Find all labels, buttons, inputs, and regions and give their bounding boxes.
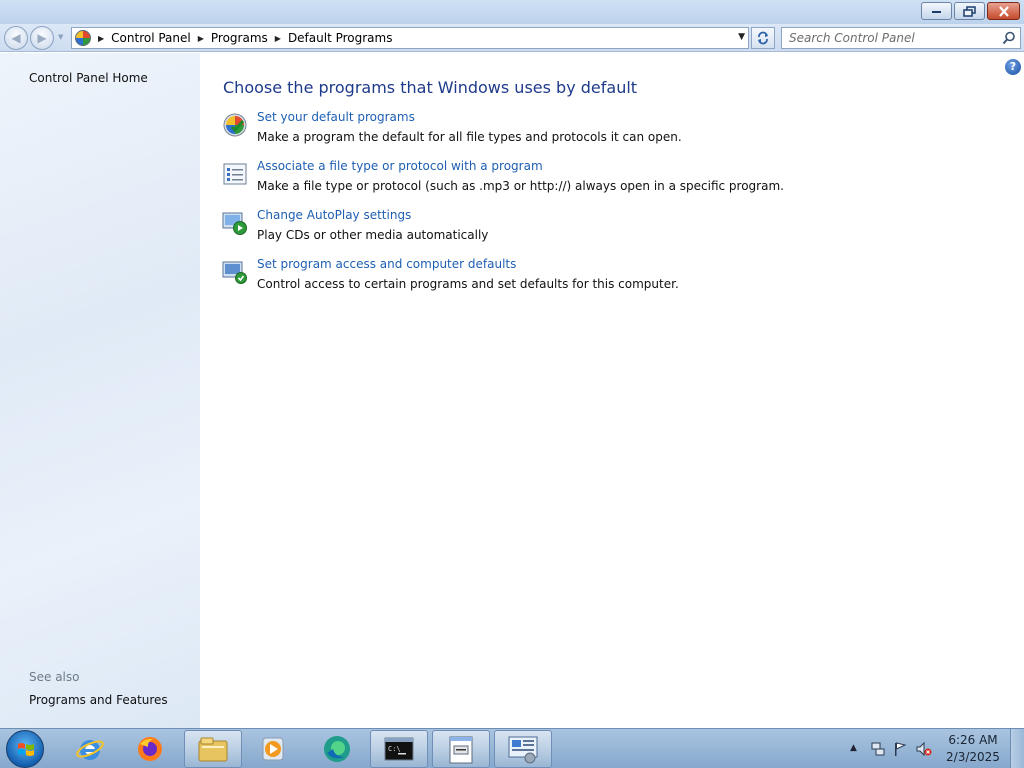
set-default-programs-link[interactable]: Set your default programs	[257, 110, 415, 124]
taskbar-notepad[interactable]	[432, 730, 490, 768]
notepad-icon	[449, 736, 473, 764]
taskbar-command-prompt[interactable]: C:\	[370, 730, 428, 768]
task-associate-file-type: Associate a file type or protocol with a…	[222, 159, 1002, 199]
title-bar	[0, 0, 1024, 24]
autoplay-icon	[222, 212, 247, 235]
address-bar[interactable]: ▶ Control Panel ▶ Programs ▶ Default Pro…	[71, 27, 749, 49]
close-button[interactable]	[987, 2, 1020, 20]
search-input[interactable]	[782, 28, 992, 48]
show-hidden-icons-button[interactable]: ▲	[850, 743, 857, 753]
minimize-icon	[931, 11, 941, 13]
media-player-icon	[262, 737, 284, 761]
back-button[interactable]: ◀	[4, 26, 28, 50]
file-association-icon	[223, 163, 247, 185]
taskbar-control-panel[interactable]	[494, 730, 552, 768]
search-icon[interactable]	[1002, 31, 1016, 45]
navigation-bar: ◀ ▶ ▼ ▶ Control Panel ▶ Programs ▶ Defau…	[0, 24, 1024, 52]
close-icon	[998, 5, 1009, 17]
show-desktop-button[interactable]	[1010, 729, 1024, 768]
task-set-default-programs: Set your default programs Make a program…	[222, 110, 1002, 150]
recent-pages-dropdown[interactable]: ▼	[58, 33, 63, 41]
start-button[interactable]	[6, 730, 44, 768]
clock-time[interactable]: 6:26 AM	[946, 733, 1000, 747]
chevron-right-icon[interactable]: ▶	[275, 34, 281, 43]
breadcrumb-programs[interactable]: Programs	[211, 31, 268, 45]
forward-arrow-icon: ▶	[37, 31, 47, 45]
command-prompt-icon: C:\	[384, 737, 414, 761]
autoplay-settings-description: Play CDs or other media automatically	[257, 228, 489, 242]
taskbar: C:\ ▲ 6:26 AM 2/3/2025	[0, 728, 1024, 768]
volume-muted-icon[interactable]	[916, 741, 932, 757]
chevron-right-icon[interactable]: ▶	[198, 34, 204, 43]
program-access-icon	[222, 261, 247, 284]
associate-file-type-description: Make a file type or protocol (such as .m…	[257, 179, 784, 193]
restore-icon	[963, 5, 976, 17]
windows-flag-icon	[18, 743, 34, 756]
system-tray: ▲ 6:26 AM 2/3/2025	[844, 729, 1024, 768]
help-icon[interactable]: ?	[1005, 59, 1021, 75]
window-controls	[919, 2, 1020, 20]
programs-and-features-link[interactable]: Programs and Features	[29, 693, 168, 707]
chevron-right-icon[interactable]: ▶	[98, 34, 104, 43]
autoplay-settings-link[interactable]: Change AutoPlay settings	[257, 208, 411, 222]
minimize-button[interactable]	[921, 2, 952, 20]
associate-file-type-link[interactable]: Associate a file type or protocol with a…	[257, 159, 543, 173]
default-programs-icon	[223, 113, 247, 137]
breadcrumb-default-programs[interactable]: Default Programs	[288, 31, 393, 45]
breadcrumb-control-panel[interactable]: Control Panel	[111, 31, 191, 45]
refresh-button[interactable]	[751, 27, 775, 49]
clock-date[interactable]: 2/3/2025	[944, 750, 1002, 764]
taskbar-media-player[interactable]	[244, 730, 302, 768]
task-program-access: Set program access and computer defaults…	[222, 257, 1002, 297]
taskbar-internet-explorer[interactable]	[61, 730, 119, 768]
edge-icon	[324, 736, 350, 762]
control-panel-icon	[75, 30, 91, 46]
left-pane: Control Panel Home See also Programs and…	[0, 53, 200, 728]
restore-button[interactable]	[954, 2, 985, 20]
taskbar-firefox[interactable]	[121, 730, 179, 768]
back-arrow-icon: ◀	[11, 31, 21, 45]
control-panel-home-link[interactable]: Control Panel Home	[29, 71, 148, 85]
page-title: Choose the programs that Windows uses by…	[223, 78, 638, 97]
firefox-icon	[138, 737, 162, 761]
program-access-link[interactable]: Set program access and computer defaults	[257, 257, 516, 271]
address-dropdown-icon[interactable]: ▼	[738, 32, 745, 42]
control-panel-icon	[508, 736, 538, 764]
forward-button[interactable]: ▶	[30, 26, 54, 50]
internet-explorer-icon	[76, 740, 104, 760]
taskbar-file-explorer[interactable]	[184, 730, 242, 768]
set-default-programs-description: Make a program the default for all file …	[257, 130, 682, 144]
file-explorer-icon	[198, 737, 228, 762]
taskbar-edge[interactable]	[308, 730, 366, 768]
action-center-flag-icon[interactable]	[892, 741, 908, 757]
refresh-icon	[758, 31, 768, 45]
svg-text:C:\: C:\	[388, 745, 401, 753]
program-access-description: Control access to certain programs and s…	[257, 277, 679, 291]
main-content: ? Choose the programs that Windows uses …	[200, 53, 1024, 728]
search-box[interactable]	[781, 27, 1021, 49]
network-icon[interactable]	[870, 741, 886, 757]
see-also-heading: See also	[29, 670, 80, 684]
task-autoplay-settings: Change AutoPlay settings Play CDs or oth…	[222, 208, 1002, 248]
